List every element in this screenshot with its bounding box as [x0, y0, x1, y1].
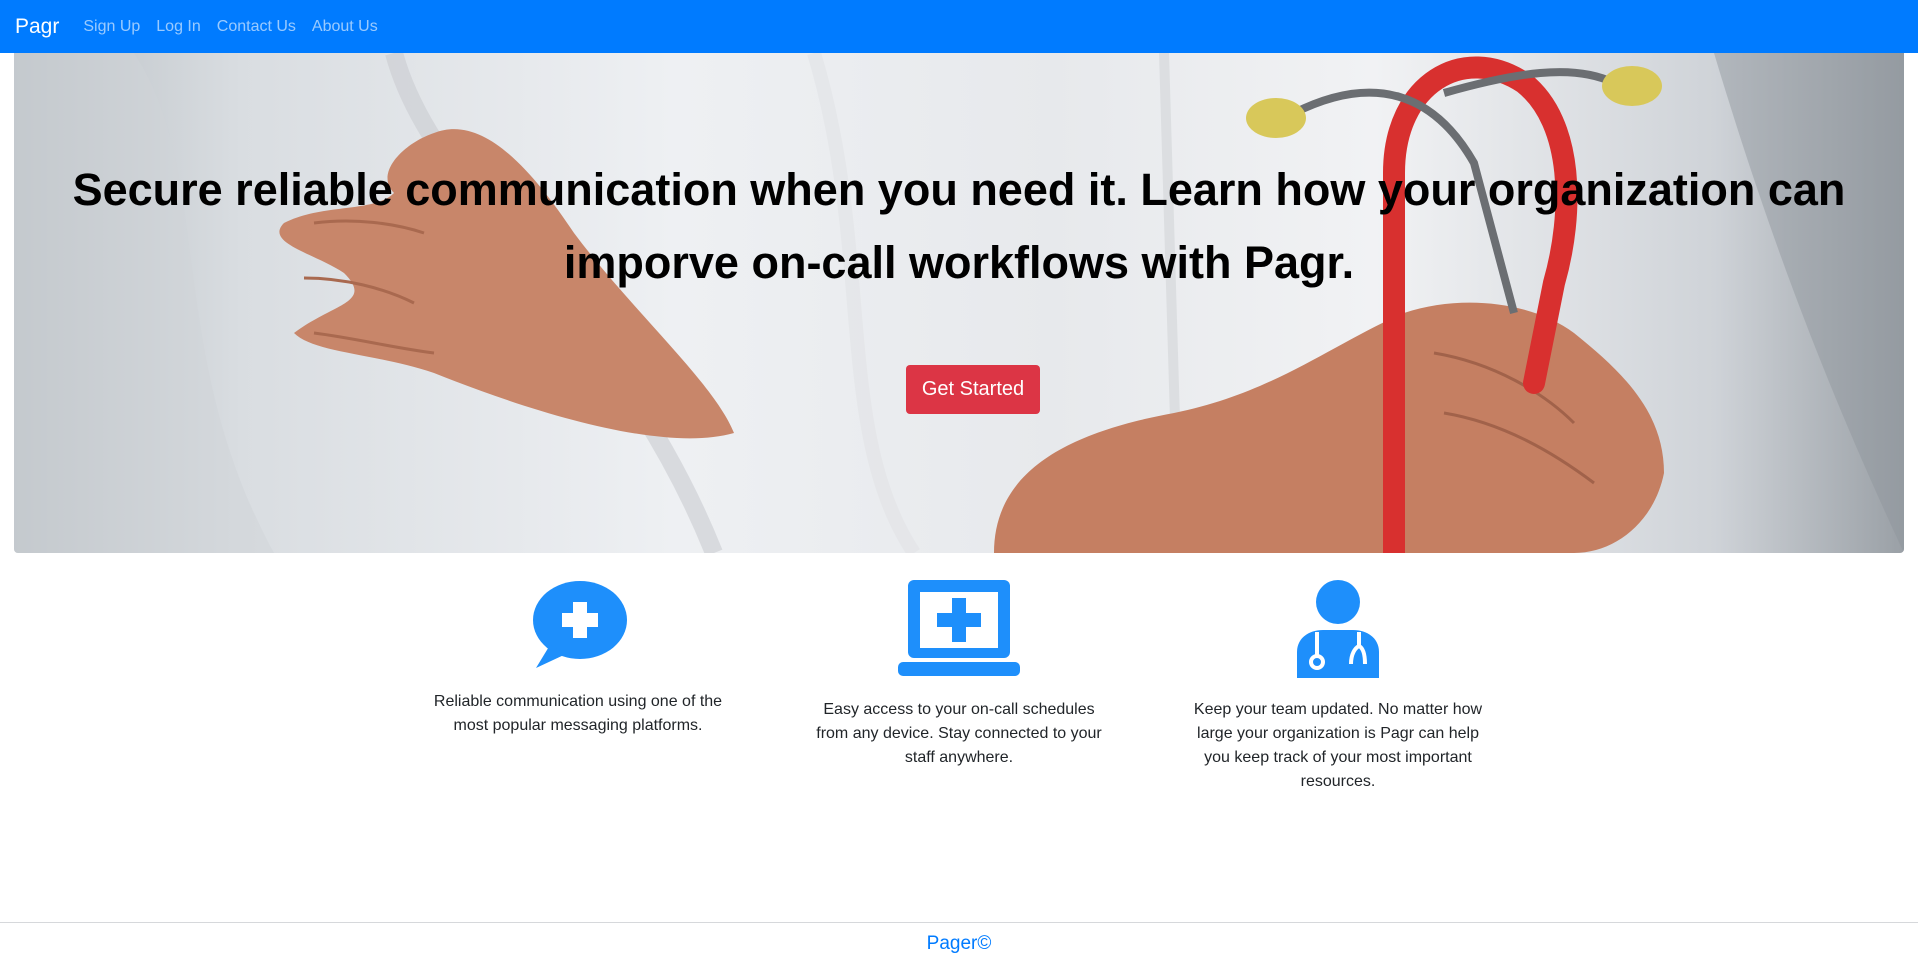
hero-title: Secure reliable communication when you n… — [72, 164, 1846, 288]
laptop-medical-icon — [898, 580, 1020, 676]
feature-messaging: Reliable communication using one of the … — [428, 580, 728, 738]
get-started-button[interactable]: Get Started — [906, 365, 1040, 414]
feature-team-text: Keep your team updated. No matter how la… — [1193, 701, 1483, 790]
user-doctor-icon — [1297, 580, 1379, 678]
hero-banner: Secure reliable communication when you n… — [14, 53, 1904, 553]
nav-link-contact-us[interactable]: Contact Us — [217, 18, 296, 36]
navbar-brand[interactable]: Pagr — [15, 15, 59, 39]
navbar: Pagr Sign Up Log In Contact Us About Us — [0, 0, 1918, 53]
feature-team: Keep your team updated. No matter how la… — [1188, 580, 1488, 794]
feature-schedules-text: Easy access to your on-call schedules fr… — [816, 701, 1102, 766]
comment-medical-icon — [533, 581, 627, 668]
footer-copyright[interactable]: Pager© — [927, 933, 992, 955]
nav-link-about-us[interactable]: About Us — [312, 18, 378, 36]
feature-messaging-text: Reliable communication using one of the … — [433, 693, 723, 734]
nav-link-log-in[interactable]: Log In — [156, 18, 200, 36]
nav-link-sign-up[interactable]: Sign Up — [83, 18, 140, 36]
hero-background-image — [14, 53, 1904, 553]
footer: Pager© — [0, 922, 1918, 964]
feature-schedules: Easy access to your on-call schedules fr… — [809, 580, 1109, 770]
